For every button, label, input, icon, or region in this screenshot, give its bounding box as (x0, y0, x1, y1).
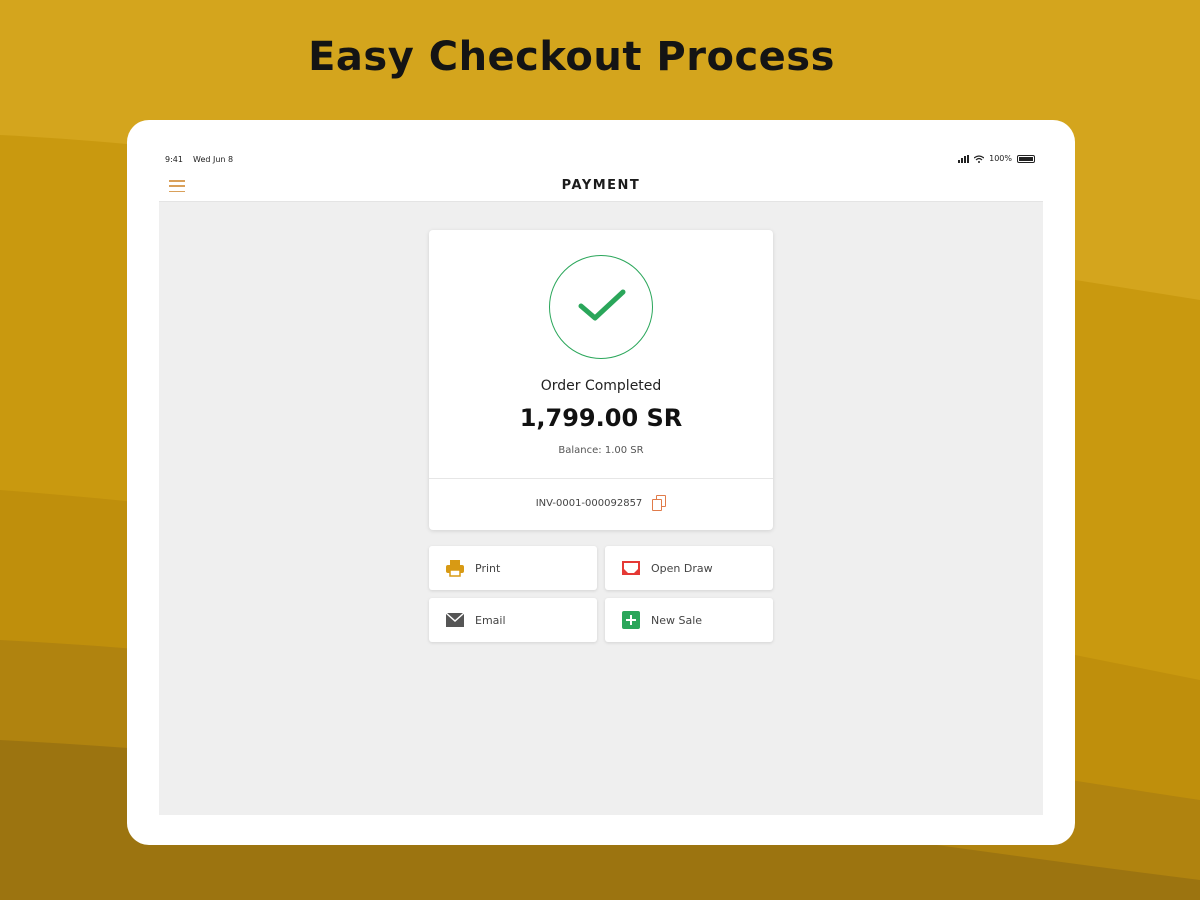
status-indicators: 100% (958, 154, 1035, 163)
card-divider (429, 478, 773, 479)
email-button[interactable]: Email (429, 598, 597, 642)
app-screen: 9:41 Wed Jun 8 100% PAYMENT Order Comple… (159, 150, 1043, 815)
plus-square-icon (622, 611, 640, 629)
success-check-icon (549, 255, 653, 359)
invoice-number: INV-0001-000092857 (535, 497, 643, 509)
headline: Easy Checkout Process (308, 34, 835, 80)
battery-percent: 100% (989, 154, 1012, 163)
status-bar: 9:41 Wed Jun 8 100% (159, 150, 1043, 170)
open-draw-label: Open Draw (651, 561, 713, 575)
invoice-row: INV-0001-000092857 (429, 492, 773, 514)
order-status: Order Completed (540, 378, 662, 394)
tablet-frame: 9:41 Wed Jun 8 100% PAYMENT Order Comple… (127, 120, 1075, 845)
new-sale-button[interactable]: New Sale (605, 598, 773, 642)
new-sale-label: New Sale (651, 613, 703, 627)
signal-icon (958, 154, 970, 163)
print-button[interactable]: Print (429, 546, 597, 590)
order-amount: 1,799.00 SR (519, 404, 683, 432)
email-label: Email (475, 613, 506, 627)
copy-icon[interactable] (652, 495, 667, 511)
battery-icon (1017, 154, 1035, 163)
order-summary-card: Order Completed 1,799.00 SR Balance: 1.0… (429, 230, 773, 530)
drawer-icon (622, 561, 640, 575)
print-label: Print (475, 561, 501, 575)
wifi-icon (974, 154, 985, 163)
page-title: PAYMENT (561, 178, 641, 193)
balance-text: Balance: 1.00 SR (558, 445, 644, 456)
mail-icon (445, 612, 465, 627)
status-date: Wed Jun 8 (193, 155, 234, 164)
printer-icon (446, 560, 464, 577)
open-draw-button[interactable]: Open Draw (605, 546, 773, 590)
top-navbar: PAYMENT (159, 170, 1043, 202)
status-time: 9:41 (165, 155, 183, 164)
